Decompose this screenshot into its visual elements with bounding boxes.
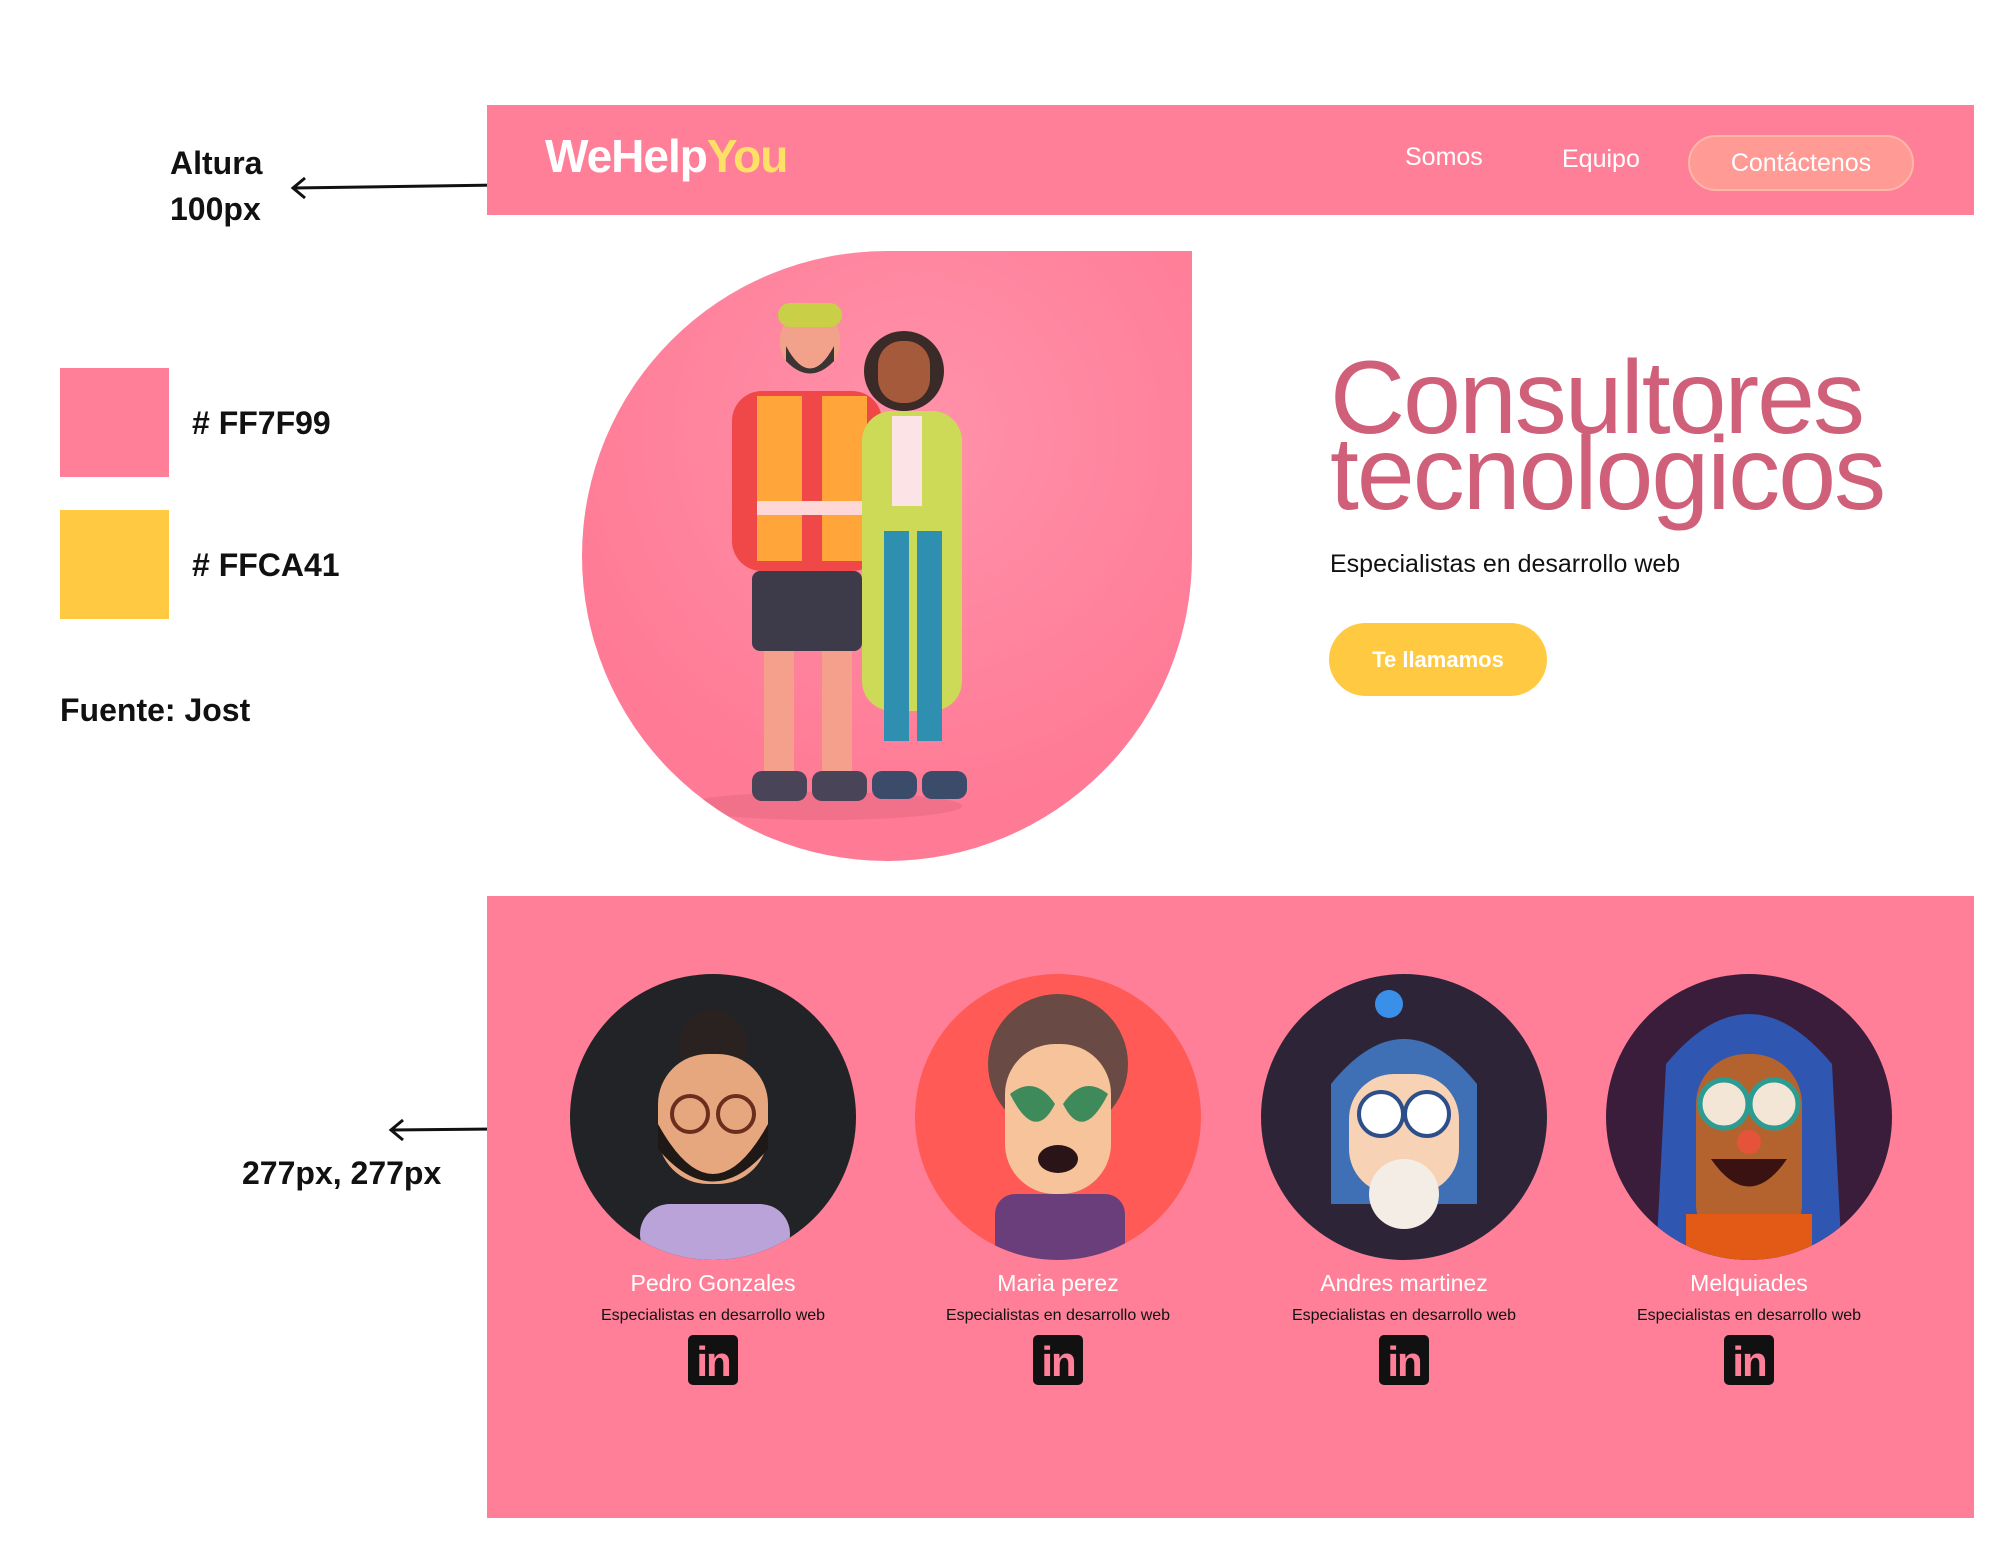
team-member-card: Andres martinez Especialistas en desarro… <box>1244 974 1564 1385</box>
height-value: 100px <box>170 191 261 227</box>
member-role: Especialistas en desarrollo web <box>600 1307 826 1324</box>
member-name: Maria perez <box>997 1270 1119 1296</box>
people-illustration <box>682 303 967 820</box>
hero-illustration <box>582 251 1192 861</box>
arrow-left-icon <box>290 176 501 200</box>
font-label: Fuente: Jost <box>60 692 251 728</box>
logo[interactable]: WeHelpYou <box>545 129 788 183</box>
avatar <box>1261 974 1547 1260</box>
linkedin-icon[interactable]: in <box>688 1335 738 1385</box>
team-member-card: Melquiades Especialistas en desarrollo w… <box>1589 974 1909 1385</box>
hero-title-line-2: tecnologicos <box>1330 416 1886 532</box>
primary-color-label: # FF7F99 <box>192 405 331 441</box>
linkedin-icon[interactable]: in <box>1033 1335 1083 1385</box>
member-name: Andres martinez <box>1320 1270 1488 1296</box>
hero-title: Consultores tecnologicos <box>1330 346 1886 532</box>
member-role: Especialistas en desarrollo web <box>945 1307 1171 1324</box>
avatar <box>915 974 1201 1260</box>
member-role: Especialistas en desarrollo web <box>1636 1307 1862 1324</box>
logo-text-accent: You <box>706 130 788 182</box>
primary-color-swatch <box>60 368 169 477</box>
nav-link-somos[interactable]: Somos <box>1405 143 1483 172</box>
linkedin-icon[interactable]: in <box>1379 1335 1429 1385</box>
secondary-color-label: # FFCA41 <box>192 547 340 583</box>
team-member-card: Maria perez Especialistas en desarrollo … <box>898 974 1218 1385</box>
team-member-card: Pedro Gonzales Especialistas en desarrol… <box>553 974 873 1385</box>
height-annotation: Altura 100px <box>170 140 262 232</box>
member-name: Pedro Gonzales <box>630 1270 796 1296</box>
secondary-color-swatch <box>60 510 169 619</box>
member-role: Especialistas en desarrollo web <box>1291 1307 1517 1324</box>
hero-subtitle: Especialistas en desarrollo web <box>1330 550 1681 578</box>
nav-link-equipo[interactable]: Equipo <box>1562 145 1640 174</box>
logo-text: WeHelp <box>545 130 708 182</box>
team-section: Pedro Gonzales Especialistas en desarrol… <box>487 896 1974 1518</box>
avatar <box>1606 974 1892 1260</box>
height-label: Altura <box>170 145 263 181</box>
call-me-button[interactable]: Te llamamos <box>1329 623 1547 696</box>
linkedin-icon[interactable]: in <box>1724 1335 1774 1385</box>
avatar <box>570 974 856 1260</box>
contact-button[interactable]: Contáctenos <box>1688 135 1914 191</box>
avatar-size-label: 277px, 277px <box>242 1155 442 1191</box>
navbar: WeHelpYou Somos Equipo Contáctenos <box>487 105 1974 215</box>
member-name: Melquiades <box>1690 1270 1808 1296</box>
